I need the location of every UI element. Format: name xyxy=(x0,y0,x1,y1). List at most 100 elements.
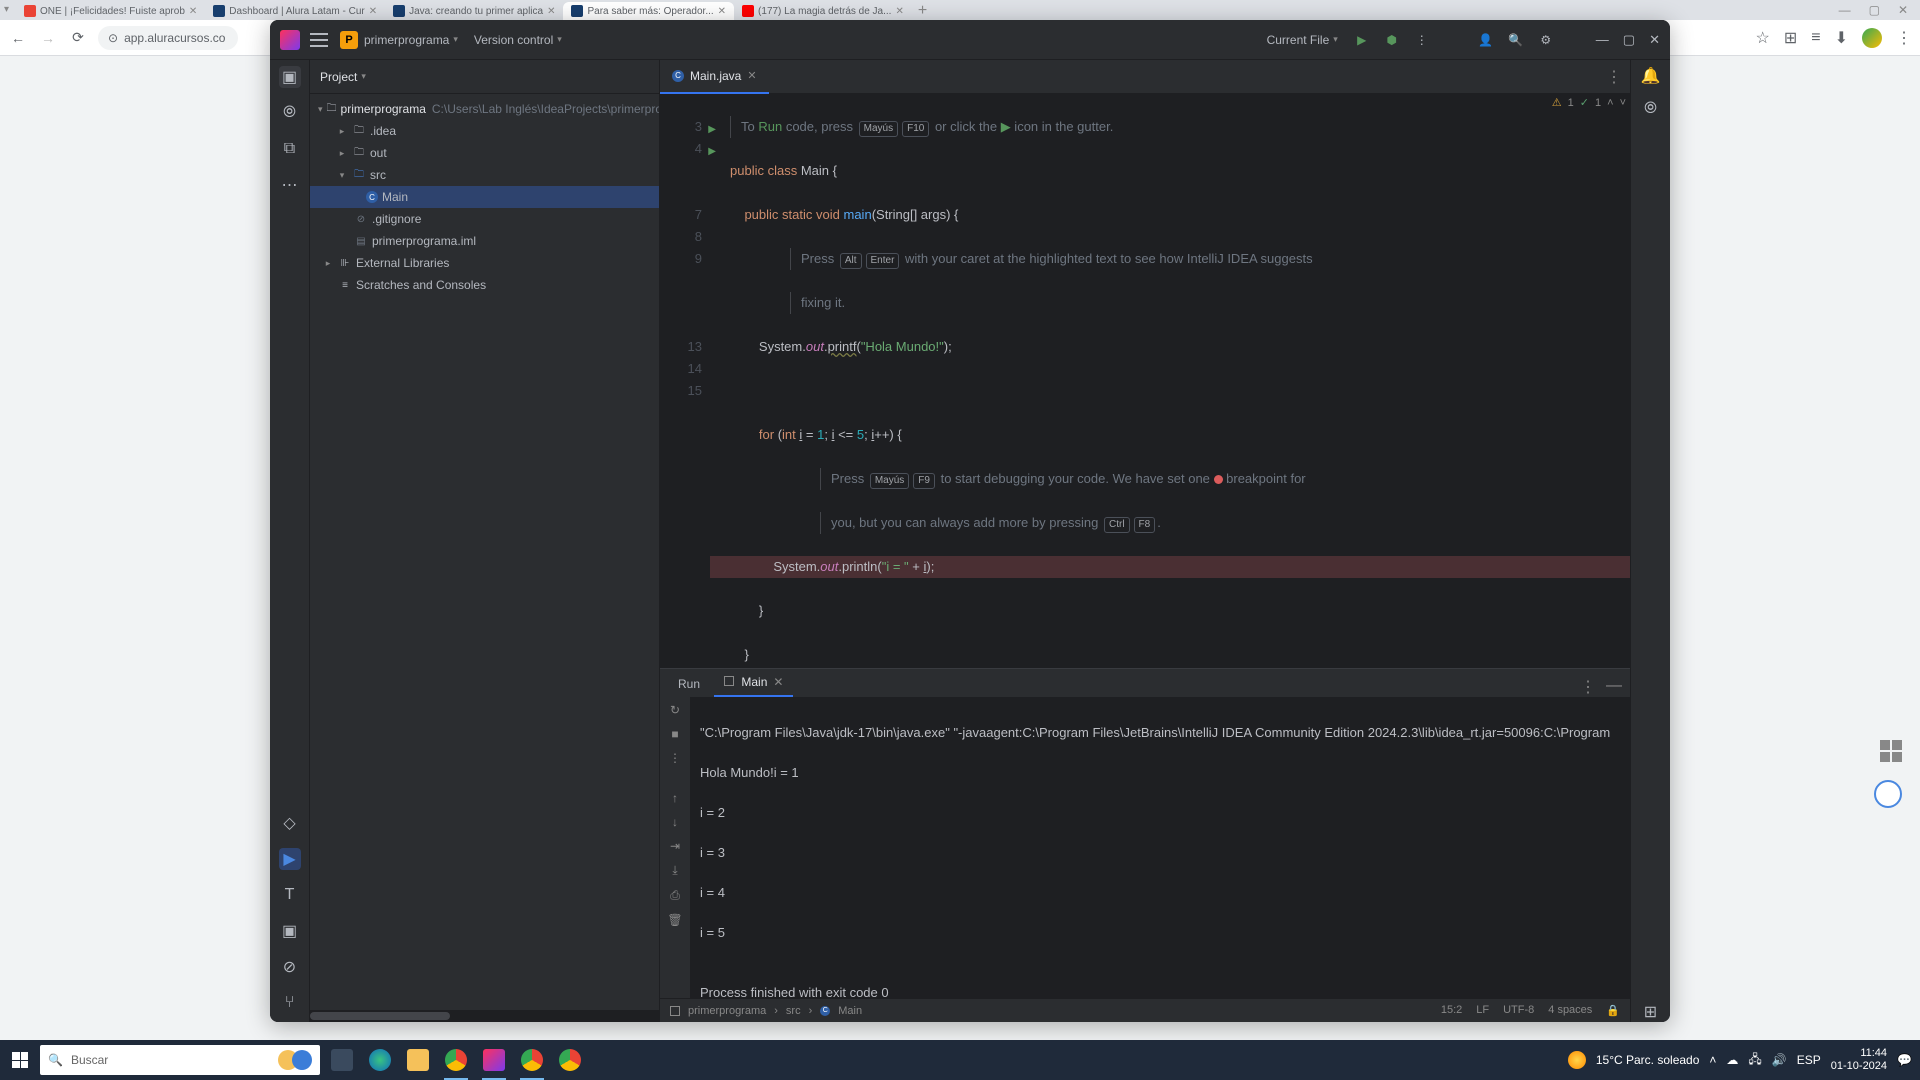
task-view-icon[interactable] xyxy=(324,1040,360,1080)
tree-item[interactable]: 🗀out xyxy=(310,142,659,164)
intellij-taskbar-icon[interactable] xyxy=(476,1040,512,1080)
version-control-dropdown[interactable]: Version control▾ xyxy=(474,33,562,47)
more-tools-icon[interactable]: ⋯ xyxy=(279,174,301,196)
ide-close-icon[interactable]: ✕ xyxy=(1649,32,1660,48)
close-icon[interactable]: ✕ xyxy=(895,6,903,17)
rerun-icon[interactable]: ↻ xyxy=(670,703,680,717)
back-button[interactable]: ← xyxy=(8,30,28,46)
print-icon[interactable]: ⎙ xyxy=(670,888,680,903)
debug-tool-icon[interactable]: ▣ xyxy=(279,920,301,942)
code-with-me-icon[interactable]: 👤 xyxy=(1478,32,1494,48)
run-tool-tab[interactable]: Run xyxy=(668,671,710,697)
chevron-down-icon[interactable]: ˅ xyxy=(1620,97,1626,109)
run-gutter-icon[interactable]: ▶ xyxy=(708,119,716,141)
browser-tab[interactable]: ONE | ¡Felicidades! Fuiste aprob✕ xyxy=(16,2,205,20)
taskbar-clock[interactable]: 11:44 01-10-2024 xyxy=(1831,1047,1887,1073)
edge-icon[interactable] xyxy=(362,1040,398,1080)
bookmark-icon[interactable]: ☆ xyxy=(1756,28,1770,48)
run-config-dropdown[interactable]: Current File▾ xyxy=(1267,33,1338,47)
site-info-icon[interactable]: ⊙ xyxy=(108,31,118,45)
debug-button[interactable]: ⬢ xyxy=(1384,32,1400,48)
tree-item[interactable]: ⊘.gitignore xyxy=(310,208,659,230)
browser-tab[interactable]: Dashboard | Alura Latam - Cur✕ xyxy=(205,2,385,20)
tree-item[interactable]: ▤primerprograma.iml xyxy=(310,230,659,252)
ide-minimize-icon[interactable]: — xyxy=(1596,32,1609,47)
clear-icon[interactable]: 🗑 xyxy=(667,913,682,927)
notifications-icon[interactable]: 🔔 xyxy=(1641,66,1661,86)
browser-tab-active[interactable]: Para saber más: Operador...✕ xyxy=(563,2,734,20)
close-icon[interactable]: ✕ xyxy=(369,6,377,17)
action-center-icon[interactable]: 💬 xyxy=(1897,1053,1912,1067)
ide-maximize-icon[interactable]: ▢ xyxy=(1623,32,1635,48)
close-icon[interactable]: ✕ xyxy=(773,675,783,689)
input-lang[interactable]: ESP xyxy=(1797,1053,1821,1067)
scroll-to-end-icon[interactable]: ⤓ xyxy=(672,863,677,878)
grid-helper-icon[interactable] xyxy=(1880,740,1902,762)
run-more-icon[interactable]: ⋮ xyxy=(669,751,681,765)
editor-tab-active[interactable]: C Main.java ✕ xyxy=(660,60,769,94)
profile-avatar[interactable] xyxy=(1862,28,1882,48)
close-tab-icon[interactable]: ✕ xyxy=(747,69,756,82)
git-tool-icon[interactable]: ⑂ xyxy=(279,992,301,1014)
up-icon[interactable]: ↑ xyxy=(672,791,678,805)
reading-list-icon[interactable]: ≡ xyxy=(1811,29,1820,47)
volume-icon[interactable]: 🔊 xyxy=(1772,1053,1787,1067)
editor-tab-menu-icon[interactable]: ⋮ xyxy=(1606,67,1622,87)
tree-item[interactable]: ⊪External Libraries xyxy=(310,252,659,274)
services-tool-icon[interactable]: ◇ xyxy=(279,812,301,834)
tray-chevron-icon[interactable]: ˄ xyxy=(1709,1053,1716,1067)
problems-tool-icon[interactable]: ⊘ xyxy=(279,956,301,978)
tree-item[interactable]: 🗀src xyxy=(310,164,659,186)
line-gutter[interactable]: 3▶ 4▶ 7 8 9 13 14 15 xyxy=(660,94,710,668)
tree-item-selected[interactable]: CMain xyxy=(310,186,659,208)
more-actions-icon[interactable]: ⋮ xyxy=(1414,32,1430,48)
settings-icon[interactable]: ⚙ xyxy=(1538,32,1554,48)
project-hscroll[interactable] xyxy=(310,1010,659,1022)
terminal-tool-icon[interactable]: T xyxy=(279,884,301,906)
hide-panel-icon[interactable]: — xyxy=(1606,677,1622,697)
network-icon[interactable]: 🖧 xyxy=(1748,1050,1761,1071)
structure-tool-icon[interactable]: ⦾ xyxy=(279,102,301,124)
chrome-icon-2[interactable] xyxy=(514,1040,550,1080)
editor[interactable]: ⚠1 ✓1 ˄ ˅ 3▶ 4▶ 7 8 9 xyxy=(660,94,1630,668)
window-maximize-icon[interactable]: ▢ xyxy=(1869,3,1880,17)
soft-wrap-icon[interactable]: ⇥ xyxy=(670,839,680,853)
extensions-icon[interactable]: ⊞ xyxy=(1784,28,1797,48)
bookmarks-tool-icon[interactable]: ⧉ xyxy=(279,138,301,160)
tree-item[interactable]: 🗀.idea xyxy=(310,120,659,142)
project-tool-icon[interactable]: ▣ xyxy=(279,66,301,88)
project-dropdown[interactable]: primerprograma▾ xyxy=(364,33,458,47)
stop-icon[interactable]: ■ xyxy=(671,727,678,741)
project-panel-header[interactable]: Project▾ xyxy=(310,60,659,94)
reload-button[interactable]: ⟳ xyxy=(68,29,88,46)
run-config-tab[interactable]: Main✕ xyxy=(714,669,793,697)
project-tree[interactable]: 🗀 primerprograma C:\Users\Lab Inglés\Ide… xyxy=(310,94,659,1010)
tree-item[interactable]: ≡Scratches and Consoles xyxy=(310,274,659,296)
chat-helper-icon[interactable] xyxy=(1874,780,1902,808)
chrome-icon-3[interactable] xyxy=(552,1040,588,1080)
close-icon[interactable]: ✕ xyxy=(189,6,197,17)
ai-icon[interactable]: ⦾ xyxy=(1644,100,1657,118)
forward-button[interactable]: → xyxy=(38,30,58,46)
start-button[interactable] xyxy=(0,1040,40,1080)
new-tab-button[interactable]: + xyxy=(912,2,933,20)
close-icon[interactable]: ✕ xyxy=(547,6,555,17)
window-minimize-icon[interactable]: — xyxy=(1839,3,1851,17)
close-icon[interactable]: ✕ xyxy=(718,6,726,17)
window-close-icon[interactable]: ✕ xyxy=(1898,3,1908,17)
browser-tab[interactable]: (177) La magia detrás de Ja...✕ xyxy=(734,2,912,20)
search-everywhere-icon[interactable]: 🔍 xyxy=(1508,32,1524,48)
explorer-icon[interactable] xyxy=(400,1040,436,1080)
tab-dropdown-icon[interactable]: ▾ xyxy=(4,4,16,16)
onedrive-icon[interactable]: ☁ xyxy=(1726,1053,1738,1067)
run-button[interactable]: ▶ xyxy=(1354,32,1370,48)
inspection-strip[interactable]: ⚠1 ✓1 ˄ ˅ xyxy=(1552,96,1626,109)
browser-tab[interactable]: Java: creando tu primer aplica✕ xyxy=(385,2,563,20)
main-menu-icon[interactable] xyxy=(310,33,328,47)
chrome-icon[interactable] xyxy=(438,1040,474,1080)
down-icon[interactable]: ↓ xyxy=(672,815,678,829)
run-tool-icon[interactable]: ▶ xyxy=(279,848,301,870)
downloads-icon[interactable]: ⬇ xyxy=(1835,28,1848,48)
weather-text[interactable]: 15°C Parc. soleado xyxy=(1596,1053,1700,1067)
run-options-icon[interactable]: ⋮ xyxy=(1580,677,1596,697)
